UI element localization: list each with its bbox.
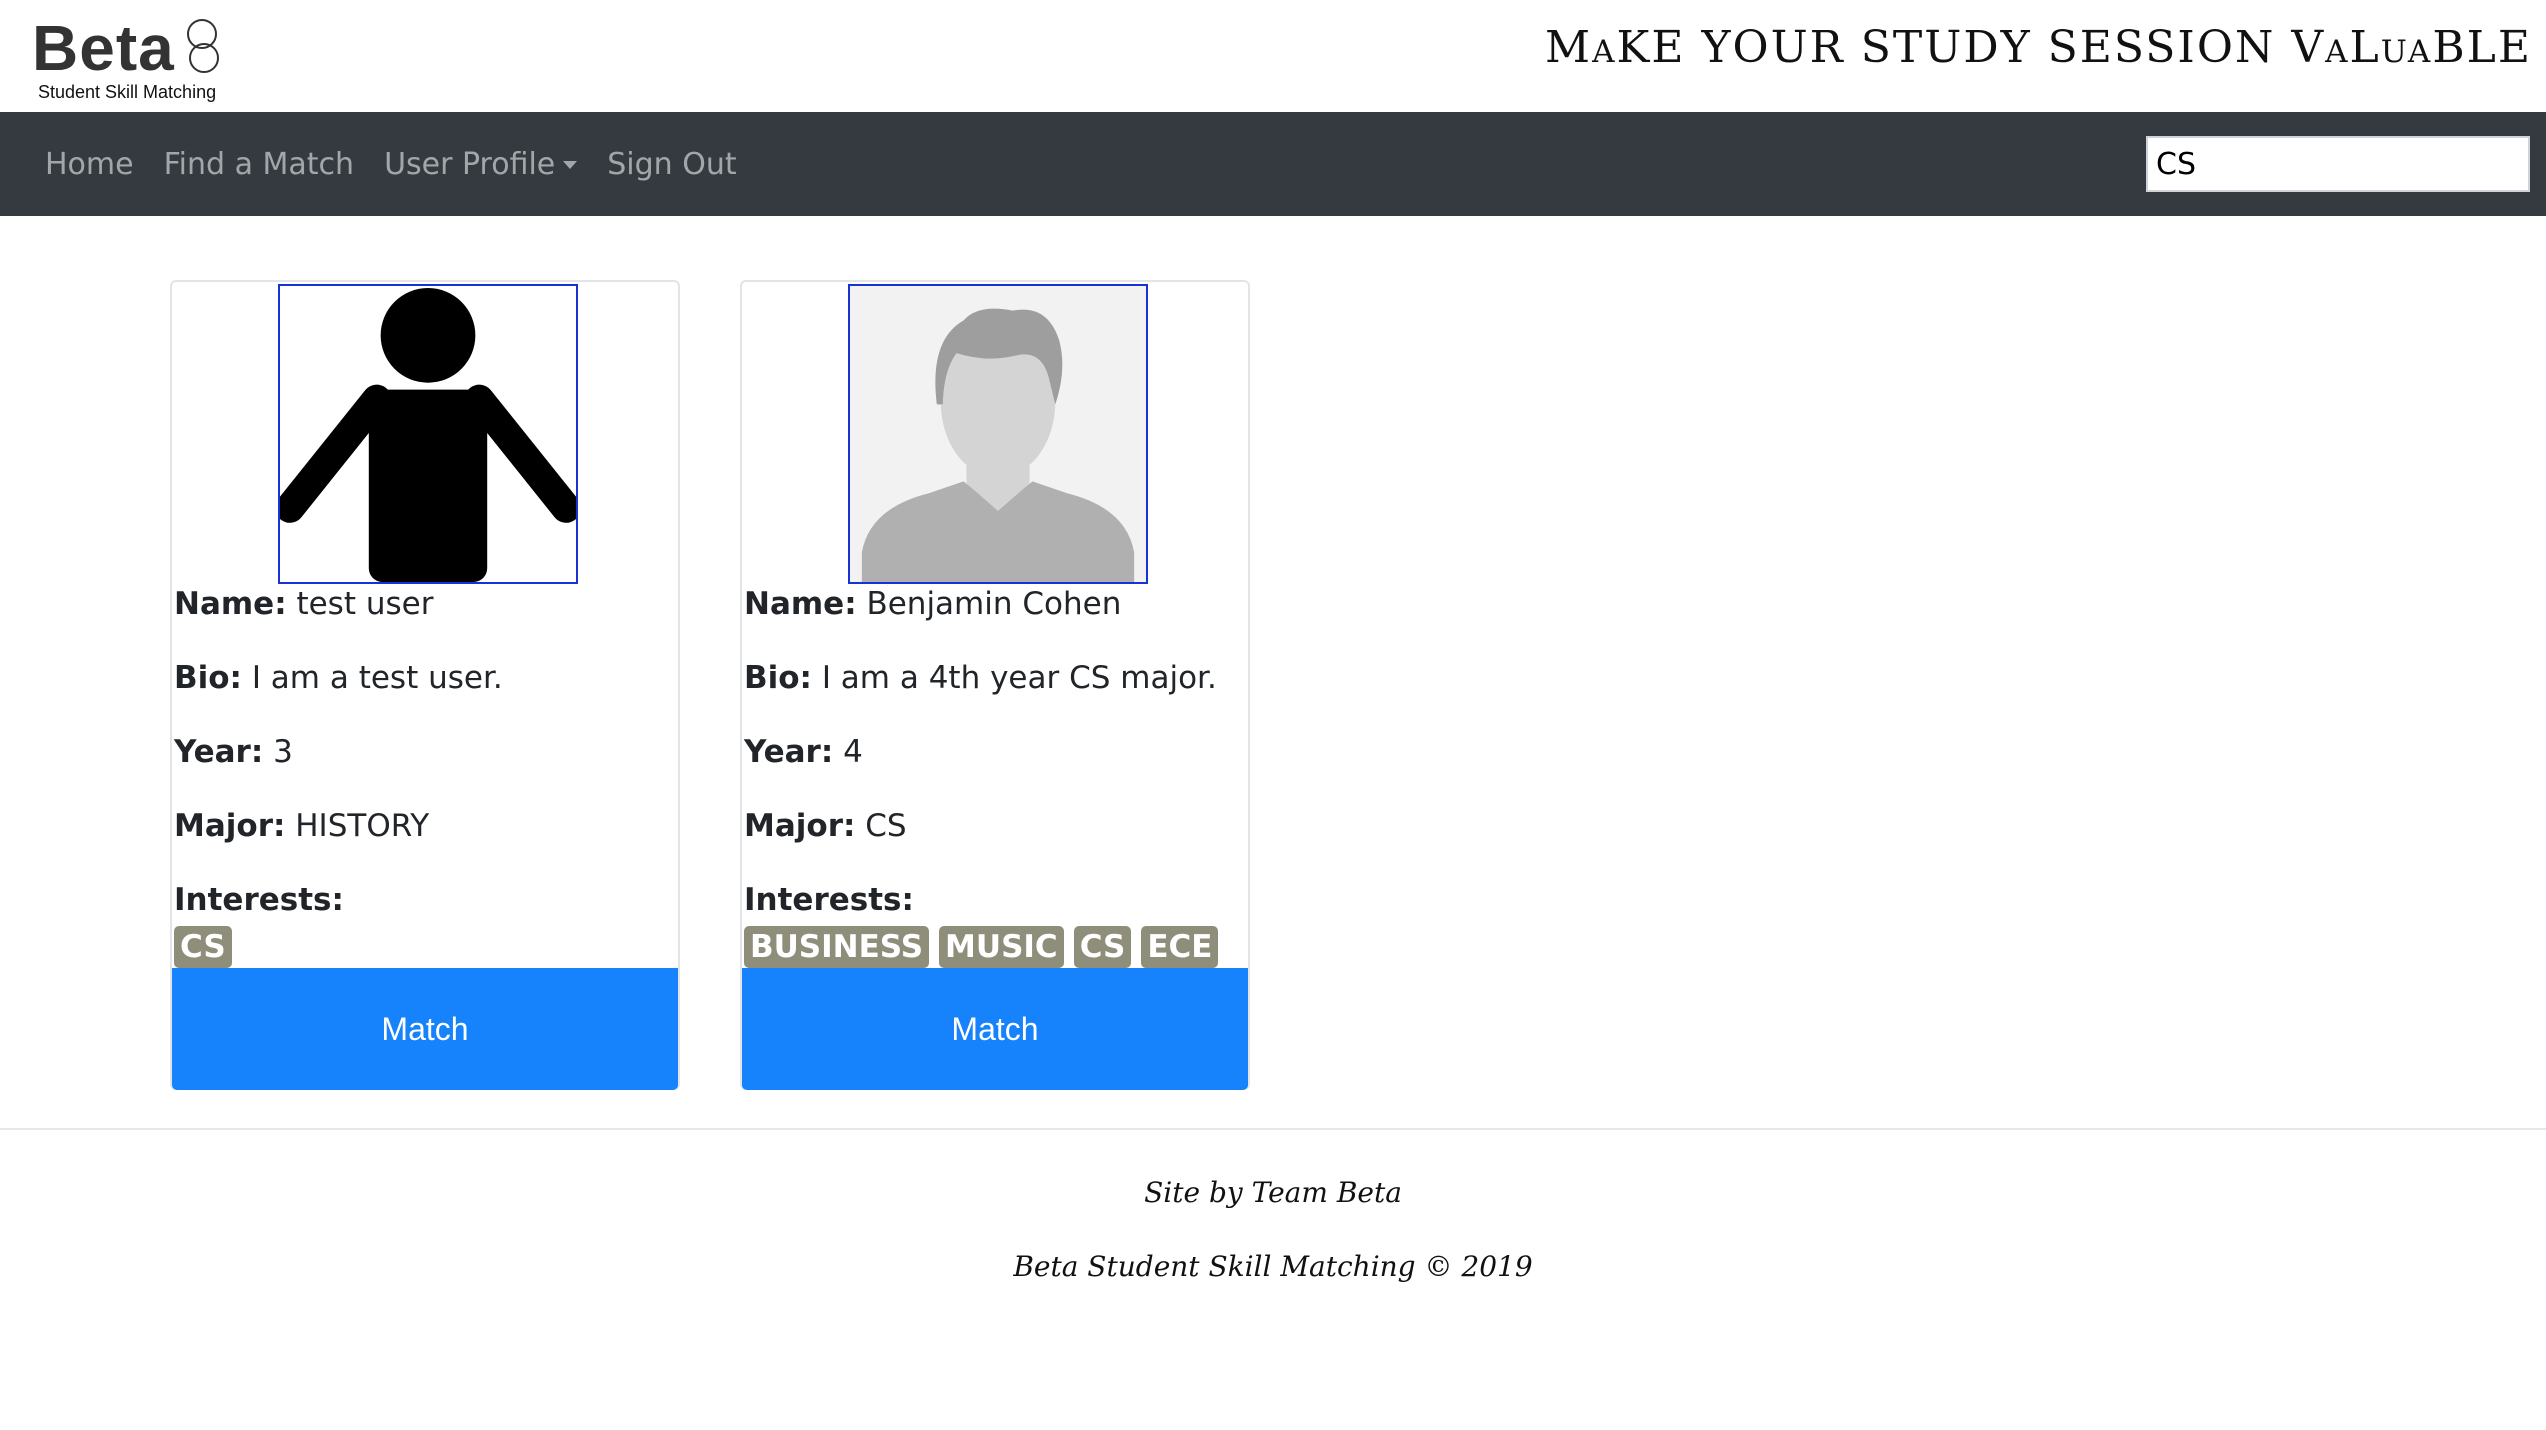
bio-field: Bio: I am a 4th year CS major.	[744, 660, 1217, 696]
stick-figure-icon	[280, 287, 576, 582]
name-label: Name:	[744, 586, 857, 622]
logo-circles-icon	[187, 19, 219, 73]
interest-badge: BUSINESS	[744, 926, 930, 968]
user-card: Name: Benjamin Cohen Bio: I am a 4th yea…	[740, 280, 1250, 1090]
year-field: Year: 3	[174, 734, 293, 770]
nav-user-profile-label: User Profile	[384, 146, 556, 182]
match-button[interactable]: Match	[172, 968, 678, 1090]
bio-field: Bio: I am a test user.	[174, 660, 503, 696]
footer-credit: Site by Team Beta	[1144, 1176, 1402, 1209]
name-value: test user	[296, 586, 434, 622]
interest-tags: BUSINESS MUSIC CS ECE	[744, 926, 1219, 968]
footer-divider	[0, 1128, 2546, 1130]
name-field: Name: Benjamin Cohen	[744, 586, 1121, 622]
match-button[interactable]: Match	[742, 968, 1248, 1090]
year-value: 4	[843, 734, 863, 770]
bio-label: Bio:	[174, 660, 242, 696]
major-field: Major: CS	[744, 808, 907, 844]
major-label: Major:	[174, 808, 286, 844]
name-value: Benjamin Cohen	[866, 586, 1122, 622]
major-field: Major: HISTORY	[174, 808, 429, 844]
bio-value: I am a 4th year CS major.	[821, 660, 1217, 696]
nav-sign-out-link[interactable]: Sign Out	[607, 147, 736, 182]
site-tagline: MaKE YOUR STUDY SESSION VaLuaBLE	[1545, 22, 2532, 73]
year-field: Year: 4	[744, 734, 863, 770]
nav-links: Home Find a Match User Profile Sign Out	[30, 112, 752, 216]
nav-find-match-link[interactable]: Find a Match	[164, 147, 354, 182]
site-header: Beta Student Skill Matching MaKE YOUR ST…	[0, 0, 2546, 112]
interest-tags: CS	[174, 926, 232, 968]
interest-badge: MUSIC	[939, 926, 1064, 968]
default-profile-silhouette-icon	[850, 286, 1146, 582]
major-value: HISTORY	[295, 808, 430, 844]
logo-subtitle: Student Skill Matching	[38, 82, 217, 102]
year-label: Year:	[174, 734, 264, 770]
interests-label: Interests:	[744, 882, 914, 918]
bio-label: Bio:	[744, 660, 812, 696]
interests-label: Interests:	[174, 882, 344, 918]
major-value: CS	[865, 808, 907, 844]
site-logo[interactable]: Beta Student Skill Matching	[32, 8, 232, 108]
search-input[interactable]	[2146, 136, 2530, 192]
interest-badge: ECE	[1141, 926, 1219, 968]
year-value: 3	[273, 734, 293, 770]
name-label: Name:	[174, 586, 287, 622]
nav-user-profile-dropdown[interactable]: User Profile	[384, 146, 578, 182]
nav-home-link[interactable]: Home	[45, 147, 134, 182]
bio-value: I am a test user.	[251, 660, 503, 696]
avatar	[848, 284, 1148, 584]
major-label: Major:	[744, 808, 856, 844]
name-field: Name: test user	[174, 586, 433, 622]
year-label: Year:	[744, 734, 834, 770]
caret-down-icon	[563, 161, 578, 169]
logo-wordmark: Beta	[32, 12, 175, 84]
avatar	[278, 284, 578, 584]
interest-badge: CS	[174, 926, 232, 968]
user-card: Name: test user Bio: I am a test user. Y…	[170, 280, 680, 1090]
footer-copyright: Beta Student Skill Matching © 2019	[1013, 1250, 1533, 1283]
interest-badge: CS	[1073, 926, 1132, 968]
